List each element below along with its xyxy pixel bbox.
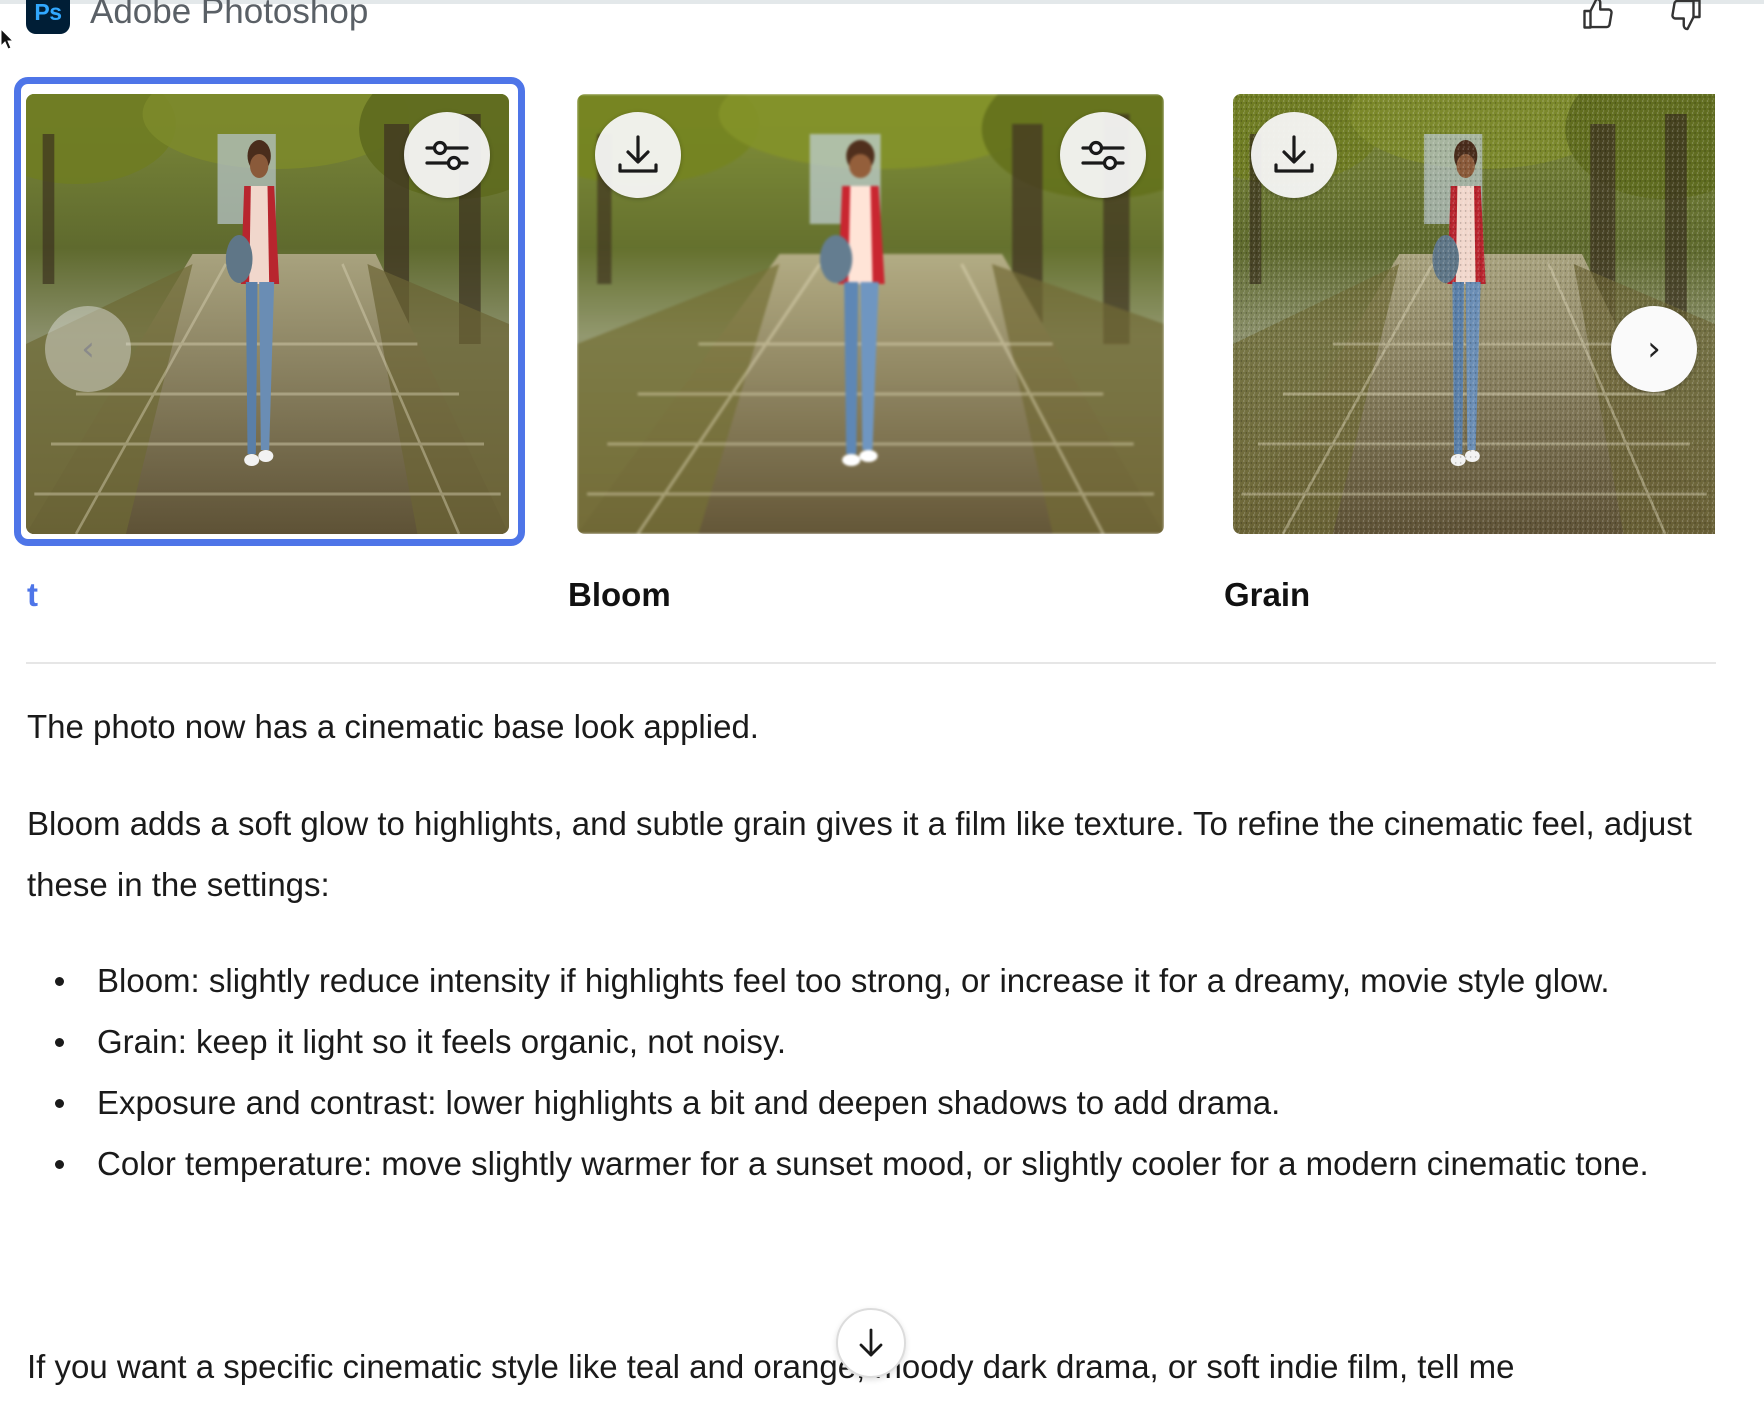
download-button[interactable] [1251, 112, 1337, 198]
carousel-next-button[interactable]: › [1611, 306, 1697, 392]
adjust-settings-button[interactable] [404, 112, 490, 198]
chat-message-view: Ps Adobe Photoshop ‹ › t Bloom Grain The… [0, 0, 1764, 1406]
arrow-down-icon [859, 1328, 883, 1357]
variation-label-base[interactable]: t [27, 576, 38, 614]
variation-label-grain[interactable]: Grain [1224, 576, 1310, 614]
download-button[interactable] [595, 112, 681, 198]
download-icon [618, 135, 658, 173]
style-variations-carousel: ‹ › t Bloom Grain [0, 0, 1764, 640]
tips-list: Bloom: slightly reduce intensity if high… [27, 950, 1727, 1194]
section-divider [26, 662, 1716, 664]
list-item: Bloom: slightly reduce intensity if high… [27, 950, 1727, 1011]
download-icon [1274, 135, 1314, 173]
sliders-icon [425, 140, 469, 171]
sliders-icon [1081, 140, 1125, 171]
list-item: Color temperature: move slightly warmer … [27, 1133, 1727, 1194]
variation-card-bloom[interactable] [577, 94, 1164, 534]
message-paragraph-1: The photo now has a cinematic base look … [27, 708, 759, 745]
variation-label-bloom[interactable]: Bloom [568, 576, 671, 614]
chevron-right-icon: › [1647, 329, 1661, 369]
carousel-prev-button[interactable]: ‹ [45, 306, 131, 392]
message-paragraph-2: Bloom adds a soft glow to highlights, an… [27, 805, 1692, 903]
adjust-settings-button[interactable] [1060, 112, 1146, 198]
list-item: Grain: keep it light so it feels organic… [27, 1011, 1727, 1072]
chevron-left-icon: ‹ [81, 329, 95, 369]
scroll-to-bottom-button[interactable] [836, 1308, 906, 1378]
list-item: Exposure and contrast: lower highlights … [27, 1072, 1727, 1133]
